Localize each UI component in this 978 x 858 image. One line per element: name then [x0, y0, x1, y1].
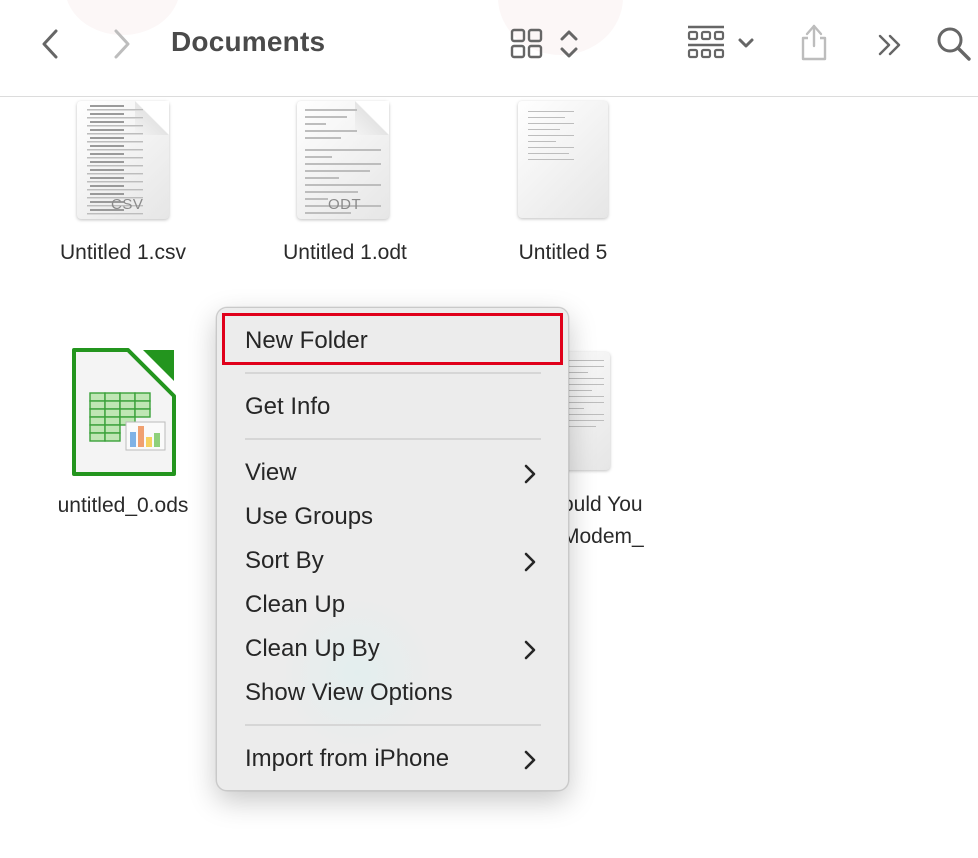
menu-item-view[interactable]: View	[217, 451, 568, 495]
forward-button[interactable]	[108, 26, 136, 62]
file-name: Untitled 1.odt	[283, 241, 407, 264]
menu-item-clean-up[interactable]: Clean Up	[217, 583, 568, 627]
file-item-untitled-5[interactable]: Untitled 5	[480, 98, 646, 273]
csv-file-icon: CSV	[77, 101, 169, 219]
window-title: Documents	[171, 26, 326, 57]
more-toolbar-items-button[interactable]	[874, 30, 906, 60]
chevron-left-icon	[42, 29, 58, 59]
file-name-line-2: Modem_	[562, 525, 644, 548]
menu-item-import-from-iphone[interactable]: Import from iPhone	[217, 737, 568, 781]
highlight-annotation-box	[222, 313, 563, 365]
menu-item-get-info[interactable]: Get Info	[217, 385, 568, 429]
file-item-csv[interactable]: CSV Untitled 1.csv	[40, 98, 206, 273]
menu-item-label: View	[245, 459, 297, 486]
menu-separator	[245, 372, 541, 374]
menu-item-use-groups[interactable]: Use Groups	[217, 495, 568, 539]
file-name: Untitled 1.csv	[59, 241, 187, 264]
view-mode-button[interactable]	[508, 26, 582, 62]
chevron-right-icon	[524, 552, 536, 572]
group-by-button[interactable]	[684, 24, 758, 62]
document-thumbnail-icon	[518, 101, 608, 218]
menu-item-show-view-options[interactable]: Show View Options	[217, 671, 568, 715]
file-name-line-1: ould You	[562, 493, 643, 516]
menu-item-label: Use Groups	[245, 503, 374, 530]
share-button[interactable]	[796, 20, 832, 64]
file-item-ods[interactable]: untitled_0.ods	[40, 345, 206, 525]
menu-item-label: Get Info	[245, 393, 331, 420]
file-type-badge: ODT	[328, 196, 362, 213]
menu-item-sort-by[interactable]: Sort By	[217, 539, 568, 583]
chevron-right-icon	[114, 29, 130, 59]
context-menu: New Folder Get Info View Use Groups Sort…	[216, 307, 569, 791]
search-button[interactable]	[934, 24, 974, 64]
finder-toolbar: Documents	[0, 0, 978, 97]
chevron-down-icon	[738, 38, 754, 48]
group-by-icon	[687, 25, 725, 59]
menu-separator	[245, 724, 541, 726]
menu-item-label: Sort By	[245, 547, 324, 574]
file-type-badge: CSV	[111, 196, 144, 213]
up-down-chevron-icon	[560, 30, 578, 58]
chevron-right-icon	[524, 464, 536, 484]
back-button[interactable]	[36, 26, 64, 62]
file-name: untitled_0.ods	[57, 494, 189, 517]
chevron-right-icon	[524, 750, 536, 770]
file-item-odt[interactable]: ODT Untitled 1.odt	[262, 98, 428, 273]
spreadsheet-file-icon	[72, 348, 176, 476]
menu-item-label: Clean Up By	[245, 635, 380, 662]
chevron-right-icon	[524, 640, 536, 660]
menu-item-label: Import from iPhone	[245, 745, 450, 772]
menu-separator	[245, 438, 541, 440]
file-name: Untitled 5	[518, 241, 608, 264]
search-icon	[937, 27, 971, 61]
menu-item-label: Clean Up	[245, 591, 346, 618]
icon-grid-view-icon	[510, 28, 543, 59]
double-chevron-right-icon	[878, 34, 901, 56]
menu-item-clean-up-by[interactable]: Clean Up By	[217, 627, 568, 671]
share-icon	[801, 24, 827, 61]
odt-file-icon: ODT	[297, 101, 389, 219]
menu-item-label: Show View Options	[245, 679, 453, 706]
